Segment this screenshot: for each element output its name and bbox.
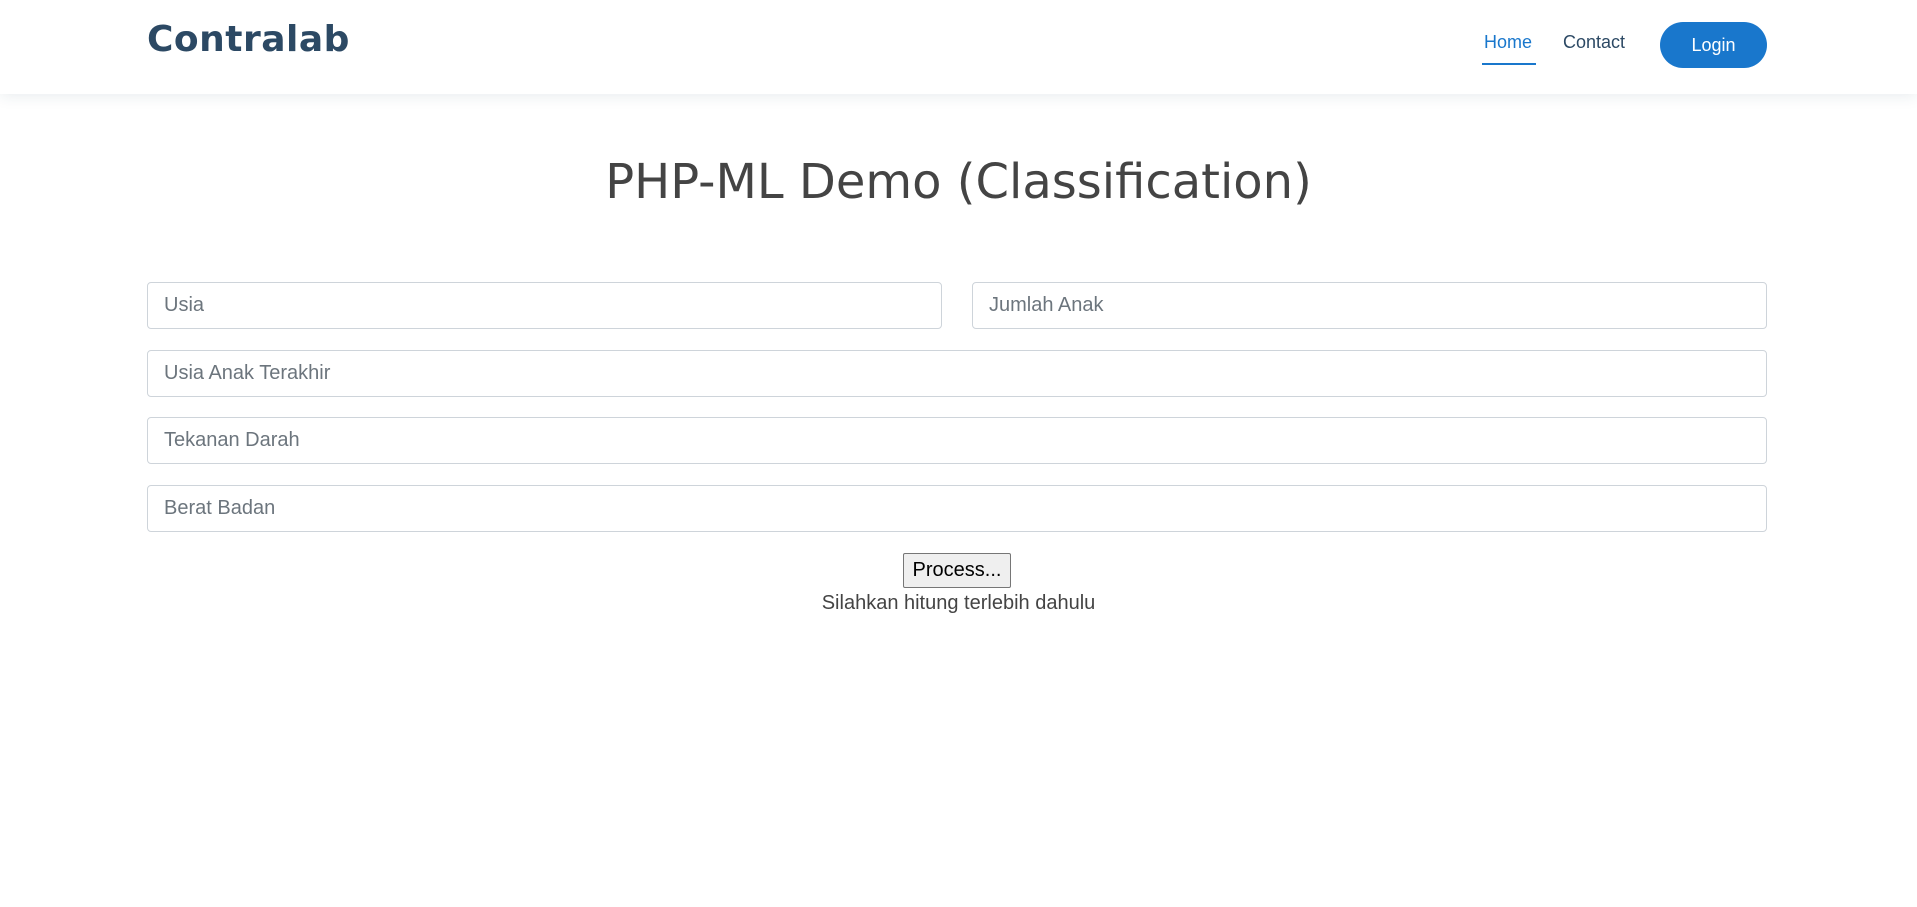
usia-anak-terakhir-input[interactable] xyxy=(147,350,1767,397)
nav-active-indicator xyxy=(1482,63,1536,65)
result-message: Silahkan hitung terlebih dahulu xyxy=(821,592,1096,614)
site-logo[interactable]: Contralab xyxy=(147,19,350,60)
nav-contact-link[interactable]: Contact xyxy=(1563,32,1625,53)
site-header: Contralab Home Contact Login xyxy=(0,0,1917,94)
jumlah-anak-input[interactable] xyxy=(972,282,1767,329)
login-button[interactable]: Login xyxy=(1660,22,1767,68)
usia-input[interactable] xyxy=(147,282,942,329)
nav-home-link[interactable]: Home xyxy=(1484,32,1532,53)
process-button[interactable]: Process... xyxy=(903,553,1011,588)
tekanan-darah-input[interactable] xyxy=(147,417,1767,464)
page-title: PHP-ML Demo (Classification) xyxy=(605,154,1312,210)
berat-badan-input[interactable] xyxy=(147,485,1767,532)
